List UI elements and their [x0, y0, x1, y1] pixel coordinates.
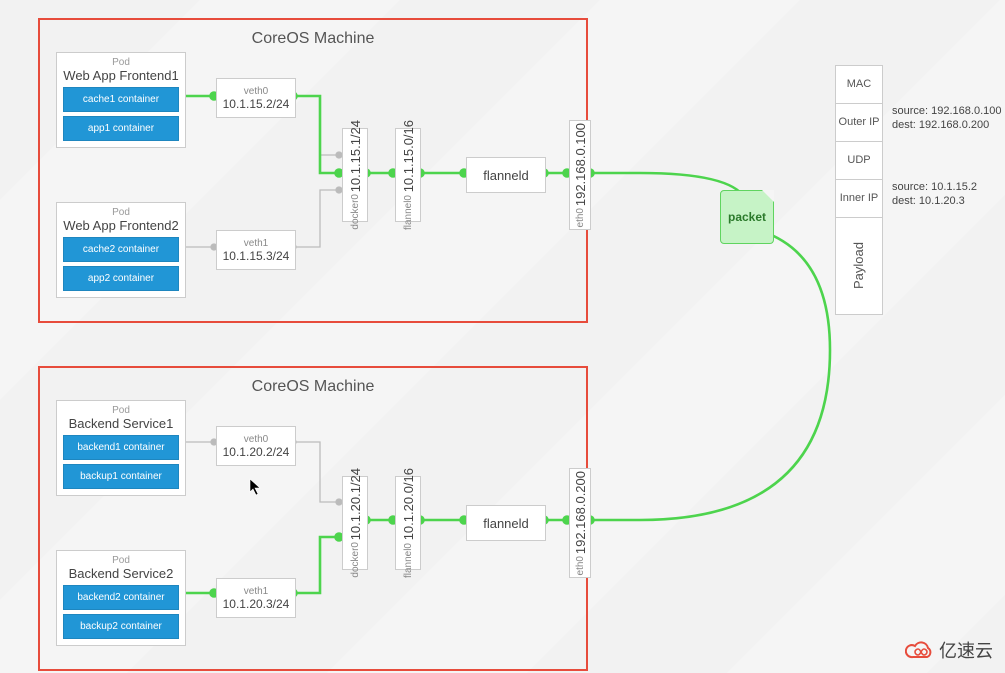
- container-cache2: cache2 container: [63, 237, 179, 262]
- container-cache1: cache1 container: [63, 87, 179, 112]
- docker0-box-m1: docker0 10.1.15.1/24: [342, 128, 368, 222]
- pod-name: Web App Frontend2: [63, 218, 179, 233]
- pod-label: Pod: [63, 207, 179, 218]
- docker0-box-m2: docker0 10.1.20.1/24: [342, 476, 368, 570]
- pod-label: Pod: [63, 57, 179, 68]
- coreos-machine-2: CoreOS Machine Pod Backend Service1 back…: [38, 366, 588, 671]
- pod-backend-service2: Pod Backend Service2 backend2 container …: [56, 550, 186, 646]
- packet-outer-note: source: 192.168.0.100 dest: 192.168.0.20…: [892, 104, 1001, 133]
- cursor-icon: [249, 478, 261, 496]
- flannel0-box-m1: flannel0 10.1.15.0/16: [395, 128, 421, 222]
- pod-label: Pod: [63, 405, 179, 416]
- packet-headers-column: MAC Outer IP UDP Inner IP Payload: [835, 65, 883, 315]
- pod-webapp-frontend2: Pod Web App Frontend2 cache2 container a…: [56, 202, 186, 298]
- packet-outer-ip: Outer IP: [836, 104, 882, 142]
- veth1-box-m2: veth1 10.1.20.3/24: [216, 578, 296, 618]
- packet-inner-ip: Inner IP: [836, 180, 882, 218]
- container-backend1: backend1 container: [63, 435, 179, 460]
- flannel0-box-m2: flannel0 10.1.20.0/16: [395, 476, 421, 570]
- flanneld-box-m2: flanneld: [466, 505, 546, 541]
- packet-udp: UDP: [836, 142, 882, 180]
- machine1-title: CoreOS Machine: [252, 30, 375, 48]
- pod-webapp-frontend1: Pod Web App Frontend1 cache1 container a…: [56, 52, 186, 148]
- brand-logo: 亿速云: [905, 637, 993, 663]
- machine2-title: CoreOS Machine: [252, 378, 375, 396]
- pod-backend-service1: Pod Backend Service1 backend1 container …: [56, 400, 186, 496]
- container-app2: app2 container: [63, 266, 179, 291]
- veth0-box-m1: veth0 10.1.15.2/24: [216, 78, 296, 118]
- veth1-box-m1: veth1 10.1.15.3/24: [216, 230, 296, 270]
- pod-name: Web App Frontend1: [63, 68, 179, 83]
- eth0-box-m1: eth0 192.168.0.100: [569, 120, 591, 230]
- pod-name: Backend Service2: [63, 566, 179, 581]
- coreos-machine-1: CoreOS Machine Pod Web App Frontend1 cac…: [38, 18, 588, 323]
- veth0-box-m2: veth0 10.1.20.2/24: [216, 426, 296, 466]
- packet-payload: Payload: [836, 218, 882, 314]
- container-app1: app1 container: [63, 116, 179, 141]
- container-backup1: backup1 container: [63, 464, 179, 489]
- packet-inner-note: source: 10.1.15.2 dest: 10.1.20.3: [892, 180, 977, 209]
- pod-label: Pod: [63, 555, 179, 566]
- container-backup2: backup2 container: [63, 614, 179, 639]
- packet-mac: MAC: [836, 66, 882, 104]
- packet-badge: packet: [720, 190, 774, 244]
- container-backend2: backend2 container: [63, 585, 179, 610]
- pod-name: Backend Service1: [63, 416, 179, 431]
- flanneld-box-m1: flanneld: [466, 157, 546, 193]
- cloud-icon: [905, 639, 935, 661]
- eth0-box-m2: eth0 192.168.0.200: [569, 468, 591, 578]
